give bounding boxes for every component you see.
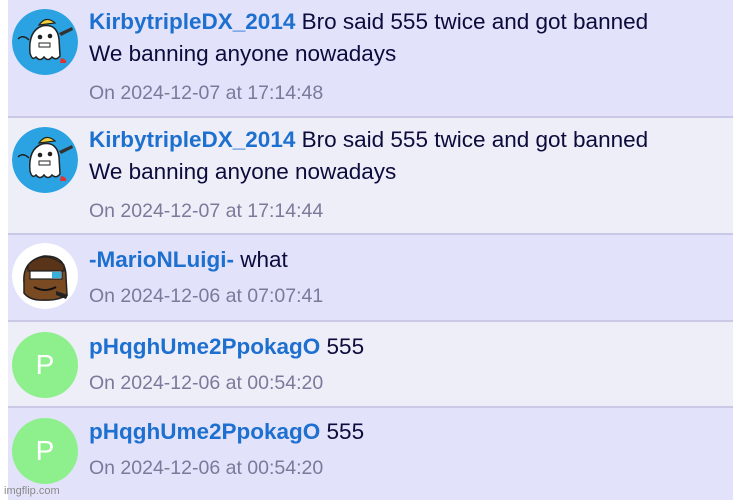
comment-username[interactable]: pHqghUme2PpokagO <box>89 419 320 444</box>
comment-body: 555 <box>326 334 365 359</box>
comment-username[interactable]: pHqghUme2PpokagO <box>89 334 320 359</box>
user-avatar[interactable] <box>12 127 78 193</box>
comment-item: KirbytripleDX_2014 Bro said 555 twice an… <box>8 118 733 235</box>
comment-body-line2: We banning anyone nowadays <box>89 159 397 184</box>
user-avatar[interactable] <box>12 9 78 75</box>
ghost-mascot-icon <box>12 9 78 75</box>
comment-timestamp: On 2024-12-06 at 07:07:41 <box>89 285 324 307</box>
comment-username[interactable]: KirbytripleDX_2014 <box>89 127 295 152</box>
watermark: imgflip.com <box>4 485 60 497</box>
comment-body: Bro said 555 twice and got banned <box>301 127 649 152</box>
comment-username[interactable]: -MarioNLuigi- <box>89 247 234 272</box>
comment-feed: KirbytripleDX_2014 Bro said 555 twice an… <box>8 0 733 500</box>
comment-text-line1: pHqghUme2PpokagO 555 <box>89 331 723 363</box>
comment-body-line2: We banning anyone nowadays <box>89 41 397 66</box>
comment-item: P pHqghUme2PpokagO 555 On 2024-12-06 at … <box>8 408 733 500</box>
comment-timestamp: On 2024-12-06 at 00:54:20 <box>89 372 324 394</box>
comment-text-line1: KirbytripleDX_2014 Bro said 555 twice an… <box>89 6 723 38</box>
user-avatar[interactable] <box>12 243 78 309</box>
comment-timestamp: On 2024-12-07 at 17:14:44 <box>89 200 324 222</box>
ghost-mascot-icon <box>12 127 78 193</box>
comment-text-line1: pHqghUme2PpokagO 555 <box>89 416 723 448</box>
comment-username[interactable]: KirbytripleDX_2014 <box>89 9 295 34</box>
comment-text-line1: -MarioNLuigi- what <box>89 244 723 276</box>
comment-item: -MarioNLuigi- what On 2024-12-06 at 07:0… <box>8 235 733 322</box>
user-avatar[interactable]: P <box>12 418 78 484</box>
comment-item: KirbytripleDX_2014 Bro said 555 twice an… <box>8 0 733 118</box>
comment-body: 555 <box>326 419 365 444</box>
comment-timestamp: On 2024-12-06 at 00:54:20 <box>89 457 324 479</box>
comment-item: P pHqghUme2PpokagO 555 On 2024-12-06 at … <box>8 322 733 408</box>
comment-body: what <box>240 247 288 272</box>
comment-timestamp: On 2024-12-07 at 17:14:48 <box>89 82 324 104</box>
brown-character-icon <box>12 243 78 309</box>
comment-body: Bro said 555 twice and got banned <box>301 9 649 34</box>
user-avatar[interactable]: P <box>12 332 78 398</box>
comment-text-line1: KirbytripleDX_2014 Bro said 555 twice an… <box>89 124 723 156</box>
